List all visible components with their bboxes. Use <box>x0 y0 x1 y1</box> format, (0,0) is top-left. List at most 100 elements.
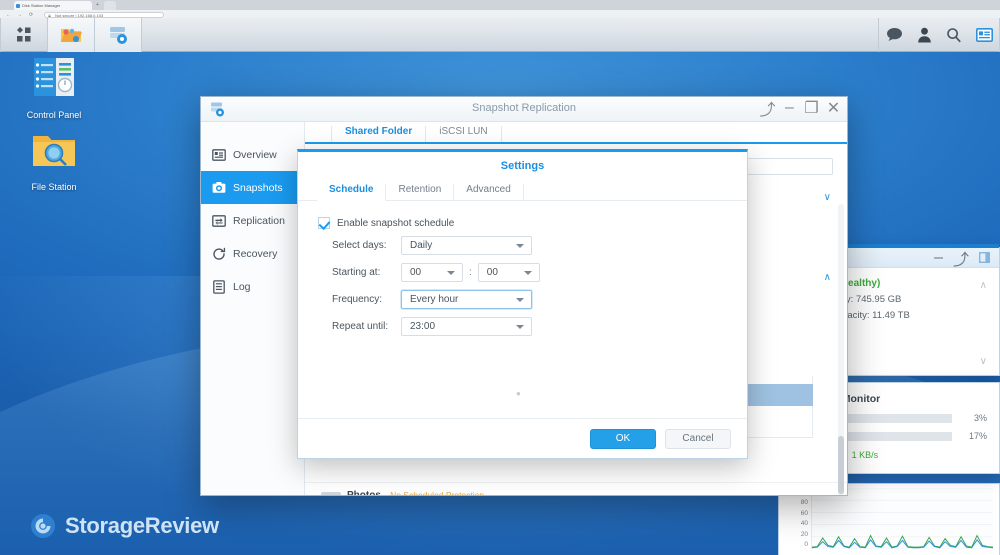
time-separator: : <box>469 267 472 278</box>
dialog-footer: OK Cancel <box>298 418 747 458</box>
browser-chrome: Disk Station Manager + ← → ⟳ Not secure … <box>0 0 1000 18</box>
tab-advanced[interactable]: Advanced <box>454 184 524 200</box>
search-icon[interactable] <box>939 18 969 52</box>
favicon-icon <box>16 3 20 8</box>
overview-icon <box>212 148 226 161</box>
camera-icon <box>212 181 226 193</box>
chart-inner: 100806040200 <box>787 487 993 550</box>
dialog-tab-bar: Schedule Retention Advanced <box>298 180 747 201</box>
dsm-desktop: Control Panel File Station Snapshot Repl… <box>0 18 1000 555</box>
chart-y-tick: 0 <box>804 540 808 548</box>
sidebar-item-label: Overview <box>233 148 277 161</box>
tab-shared-folder[interactable]: Shared Folder <box>331 126 427 142</box>
starting-minute-value: 00 <box>486 267 498 278</box>
frequency-dropdown[interactable]: Every hour <box>401 290 532 309</box>
status-badge: - No Scheduled Protection <box>384 490 485 496</box>
desktop-icon-label: File Station <box>31 182 77 192</box>
log-icon <box>213 279 225 294</box>
chart-svg <box>812 487 993 550</box>
pin-icon[interactable]: ⤴ <box>760 101 776 119</box>
magnifier-icon <box>947 27 961 42</box>
maximize-icon[interactable]: ❐ <box>804 100 818 117</box>
dialog-title: Settings <box>500 160 545 172</box>
minimize-icon[interactable]: – <box>784 99 795 116</box>
browser-tab-strip: Disk Station Manager + <box>0 0 1000 10</box>
minimize-icon[interactable]: – <box>934 249 943 267</box>
select-days-dropdown[interactable]: Daily <box>401 236 532 255</box>
address-bar-text: Not secure | 192.168.0.103 <box>55 12 104 18</box>
scrollbar-thumb[interactable] <box>838 436 844 494</box>
desktop-icon-control-panel[interactable]: Control Panel <box>5 56 103 120</box>
mouse-cursor: ● <box>516 389 521 398</box>
browser-tab-secondary[interactable] <box>104 1 116 10</box>
next-volume-arrow[interactable]: ∨ <box>980 356 987 367</box>
widgets-icon[interactable] <box>969 18 999 52</box>
starting-hour-value: 00 <box>410 267 422 278</box>
frequency-value: Every hour <box>410 294 459 305</box>
prev-volume-arrow[interactable]: ∧ <box>980 280 987 291</box>
chart-y-tick: 20 <box>800 530 808 538</box>
tab-iscsi-lun[interactable]: iSCSI LUN <box>426 126 502 142</box>
reload-icon[interactable]: ⟳ <box>29 12 33 18</box>
sidebar-item-replication[interactable]: Replication <box>201 204 304 237</box>
grid-menu-icon <box>17 26 31 41</box>
ok-button[interactable]: OK <box>590 428 656 449</box>
taskbar-app-snapshot-replication[interactable] <box>95 18 141 52</box>
sidebar-item-log[interactable]: Log <box>201 270 304 303</box>
taskbar-app-file-station[interactable] <box>48 18 94 52</box>
repeat-until-label: Repeat until: <box>332 321 389 332</box>
enable-snapshot-schedule-row: Enable snapshot schedule <box>298 217 747 229</box>
browser-toolbar: ← → ⟳ Not secure | 192.168.0.103 <box>0 10 1000 18</box>
repeat-until-dropdown[interactable]: 23:00 <box>401 317 532 336</box>
starting-minute-dropdown[interactable]: 00 <box>477 263 540 282</box>
address-bar[interactable]: Not secure | 192.168.0.103 <box>44 11 164 18</box>
chart-y-tick: 40 <box>800 520 808 528</box>
select-days-row: Select days: Daily <box>298 235 747 256</box>
app-tab-bar: Shared Folder iSCSI LUN <box>305 122 847 144</box>
cpu-usage-label: 3% <box>973 413 987 423</box>
pin-icon[interactable]: ⤴ <box>953 246 969 270</box>
browser-tab[interactable]: Disk Station Manager <box>14 1 92 10</box>
file-station-icon <box>61 28 82 42</box>
starting-at-label: Starting at: <box>332 267 381 278</box>
person-icon <box>917 27 931 42</box>
sidebar-item-overview[interactable]: Overview <box>201 138 304 171</box>
window-titlebar[interactable]: Snapshot Replication ⤴ – ❐ ✕ <box>201 97 847 122</box>
chevron-down-icon <box>516 325 524 329</box>
table-row[interactable]: Photos - No Scheduled Protection Located… <box>305 482 847 496</box>
download-value: 1 KB/s <box>851 450 879 460</box>
widget-panel-icon <box>975 27 993 42</box>
watermark-text: StorageReview <box>65 513 219 538</box>
desktop-icon-file-station[interactable]: File Station <box>5 128 103 192</box>
chevron-down-icon <box>447 271 455 275</box>
detach-icon[interactable] <box>979 252 990 263</box>
chart-y-tick: 80 <box>800 499 808 507</box>
cancel-button[interactable]: Cancel <box>665 428 731 449</box>
sidebar-item-recovery[interactable]: Recovery <box>201 237 304 270</box>
starting-hour-dropdown[interactable]: 00 <box>401 263 463 282</box>
divider <box>141 18 142 52</box>
new-tab-button[interactable]: + <box>96 2 99 8</box>
window-title: Snapshot Replication <box>472 102 576 114</box>
main-menu-button[interactable] <box>1 18 47 52</box>
chart-y-tick: 60 <box>800 509 808 517</box>
chevron-down-icon <box>516 298 524 302</box>
sidebar-item-snapshots[interactable]: Snapshots <box>201 171 304 204</box>
close-icon[interactable]: ✕ <box>827 100 840 117</box>
storagereview-watermark: StorageReview <box>30 513 219 539</box>
file-station-folder-icon <box>33 136 75 166</box>
collapse-chevron-up[interactable]: ∧ <box>824 272 831 283</box>
enable-snapshot-schedule-checkbox[interactable] <box>318 217 330 229</box>
notifications-icon[interactable] <box>879 18 909 52</box>
select-days-label: Select days: <box>332 240 387 251</box>
tab-schedule[interactable]: Schedule <box>317 184 387 201</box>
forward-icon[interactable]: → <box>17 12 22 18</box>
snapshot-replication-icon <box>110 26 127 44</box>
dsm-taskbar <box>0 18 1000 52</box>
collapse-chevron-down[interactable]: ∨ <box>824 192 831 203</box>
folder-name: Photos <box>347 490 381 496</box>
tab-retention[interactable]: Retention <box>386 184 455 200</box>
user-icon[interactable] <box>909 18 939 52</box>
back-icon[interactable]: ← <box>6 12 11 18</box>
ram-usage-label: 17% <box>968 431 987 441</box>
